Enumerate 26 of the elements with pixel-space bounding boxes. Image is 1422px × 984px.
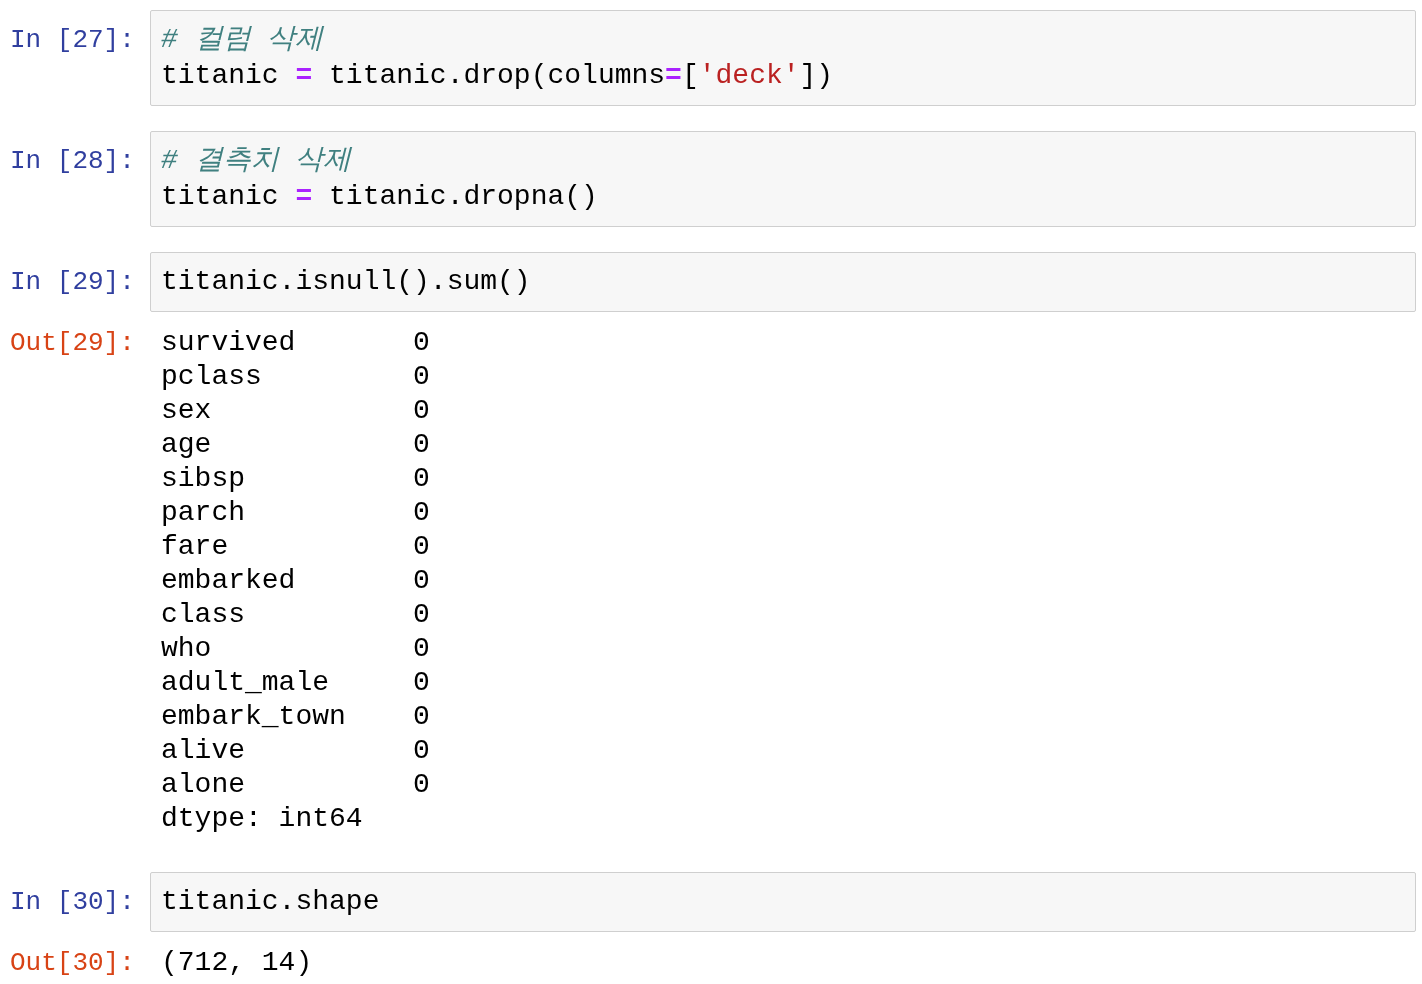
input-prompt: In [28]: bbox=[9, 145, 136, 178]
input-prompt: In [27]: bbox=[9, 24, 136, 57]
input-prompt: In [29]: bbox=[9, 266, 136, 299]
output-line: who 0 bbox=[161, 632, 430, 666]
output-line: parch 0 bbox=[161, 496, 430, 530]
output-line: sex 0 bbox=[161, 394, 430, 428]
output-line: (712, 14) bbox=[161, 946, 313, 980]
code-input-field[interactable]: titanic.shape bbox=[150, 872, 1416, 932]
output-line: sibsp 0 bbox=[161, 462, 430, 496]
code-input-field[interactable]: titanic.isnull().sum() bbox=[150, 252, 1416, 312]
code-input-field[interactable]: # 컬럼 삭제 titanic = titanic.drop(columns=['deck']) bbox=[150, 10, 1416, 106]
output-line: survived 0 bbox=[161, 326, 430, 360]
output-line: embarked 0 bbox=[161, 564, 430, 598]
output-line: alive 0 bbox=[161, 734, 430, 768]
code-input-field[interactable]: # 결측치 삭제 titanic = titanic.dropna() bbox=[150, 131, 1416, 227]
output-line: adult_male 0 bbox=[161, 666, 430, 700]
output-line: class 0 bbox=[161, 598, 430, 632]
output-line: embark_town 0 bbox=[161, 700, 430, 734]
output-prompt: Out[29]: bbox=[9, 327, 136, 360]
input-prompt: In [30]: bbox=[9, 886, 136, 919]
output-line: alone 0 bbox=[161, 768, 430, 802]
output-line: fare 0 bbox=[161, 530, 430, 564]
output-line: pclass 0 bbox=[161, 360, 430, 394]
output-line: age 0 bbox=[161, 428, 430, 462]
output-prompt: Out[30]: bbox=[9, 947, 136, 980]
output-line: dtype: int64 bbox=[161, 802, 364, 836]
